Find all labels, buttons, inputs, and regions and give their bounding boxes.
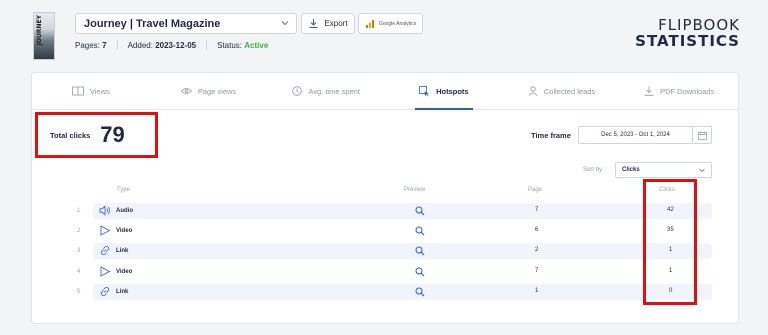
sort-by-value: Clicks [622,167,640,173]
tab-label: PDF Downloads [660,86,715,96]
search-icon[interactable] [415,287,425,297]
row-index: 1 [77,208,81,214]
download-icon [309,19,318,28]
type-cell: Video [99,266,132,277]
tab-page-views[interactable]: Page views [150,73,268,109]
type-cell: Audio [99,205,133,216]
tab-label: Collected leads [543,86,596,96]
brand-line-2: STATISTICS [635,32,740,50]
search-icon[interactable] [415,267,425,277]
status-label: Status: [217,40,243,50]
type-cell: Link [99,245,128,256]
divider [206,40,208,50]
type-label: Link [116,247,129,254]
page-cell: 1 [535,288,539,294]
row-index: 4 [77,269,81,275]
type-cell: Video [99,225,132,236]
statistics-card: Views Page views Avg. time spent Hotspot… [31,72,739,324]
type-label: Link [116,288,129,295]
audio-icon [99,205,110,216]
column-header-page: Page [528,187,543,193]
brand-line-1: FLIPBOOK [658,16,740,34]
magazine-meta: Pages: 7 Added: 2023-12-05 Status: Activ… [75,40,268,50]
hotspot-icon [419,85,430,96]
google-analytics-button[interactable]: Google Analytics [358,13,423,34]
table-row[interactable]: Video 7 1 [93,264,712,280]
tab-label: Avg. time spent [308,86,360,96]
tab-pdf-downloads[interactable]: PDF Downloads [620,73,738,109]
tab-avg-time-spent[interactable]: Avg. time spent [267,73,385,109]
thumbnail-title: JOURNEY [36,15,43,46]
type-label: Video [116,268,133,275]
eye-icon [180,88,192,94]
table-row[interactable]: Link 1 0 [93,284,712,300]
sort-by-label: Sort by [583,167,603,173]
brand-logo: FLIPBOOK STATISTICS [635,17,740,49]
type-cell: Link [99,286,128,297]
page-cell: 7 [535,268,539,274]
chevron-down-icon [699,168,705,173]
column-header-type: Type [117,187,131,193]
table-row[interactable]: Link 2 1 [93,243,712,259]
type-label: Audio [116,207,133,214]
search-icon[interactable] [415,206,425,216]
export-button[interactable]: Export [301,13,355,34]
table-row[interactable]: Audio 7 42 [93,203,712,219]
row-index: 5 [77,289,81,295]
calendar-icon [697,131,707,140]
link-icon [100,245,110,256]
status-badge: Active [244,40,269,50]
type-label: Video [116,227,133,234]
chevron-down-icon [281,21,289,26]
tab-hotspots[interactable]: Hotspots [385,73,503,110]
magazine-title: Journey | Travel Magazine [84,17,221,30]
google-analytics-label: Google Analytics [378,20,417,27]
tab-label: Page views [197,86,237,96]
play-icon [100,225,111,236]
sort-by-select[interactable]: Clicks [615,162,712,178]
time-frame-input[interactable]: Dec 5, 2023 - Oct 1, 2024 [578,126,693,144]
link-icon [100,286,110,297]
tab-label: Hotspots [436,86,469,96]
tab-collected-leads[interactable]: Collected leads [503,73,621,109]
divider [116,40,118,50]
export-label: Export [324,19,348,28]
row-index: 3 [77,248,81,254]
time-frame-label: Time frame [531,131,571,140]
tab-views[interactable]: Views [32,73,150,109]
row-index: 2 [77,228,81,234]
magazine-thumbnail: JOURNEY [33,12,55,60]
google-analytics-icon [365,19,374,28]
book-icon [71,86,84,96]
pages-label: Pages: [75,40,100,50]
tab-label: Views [89,86,110,96]
added-label: Added: [127,40,153,50]
calendar-button[interactable] [693,126,712,144]
highlight-box-total [35,112,158,158]
magazine-select[interactable]: Journey | Travel Magazine [75,13,297,34]
header: JOURNEY Journey | Travel Magazine Export… [0,0,768,70]
pages-value: 7 [102,40,107,50]
user-icon [528,86,538,96]
table-row[interactable]: Video 6 35 [93,223,712,239]
page-cell: 6 [535,227,539,233]
page-cell: 7 [535,207,539,213]
page-cell: 2 [535,247,539,253]
time-frame-value: Dec 5, 2023 - Oct 1, 2024 [601,132,670,138]
highlight-box-clicks [643,179,697,305]
play-icon [100,266,111,277]
clock-icon [292,86,303,96]
column-header-preview: Preview [404,187,426,193]
search-icon[interactable] [415,226,425,236]
added-value: 2023-12-05 [155,40,197,50]
download-icon [644,86,654,96]
tab-bar: Views Page views Avg. time spent Hotspot… [32,73,738,110]
search-icon[interactable] [415,246,425,256]
